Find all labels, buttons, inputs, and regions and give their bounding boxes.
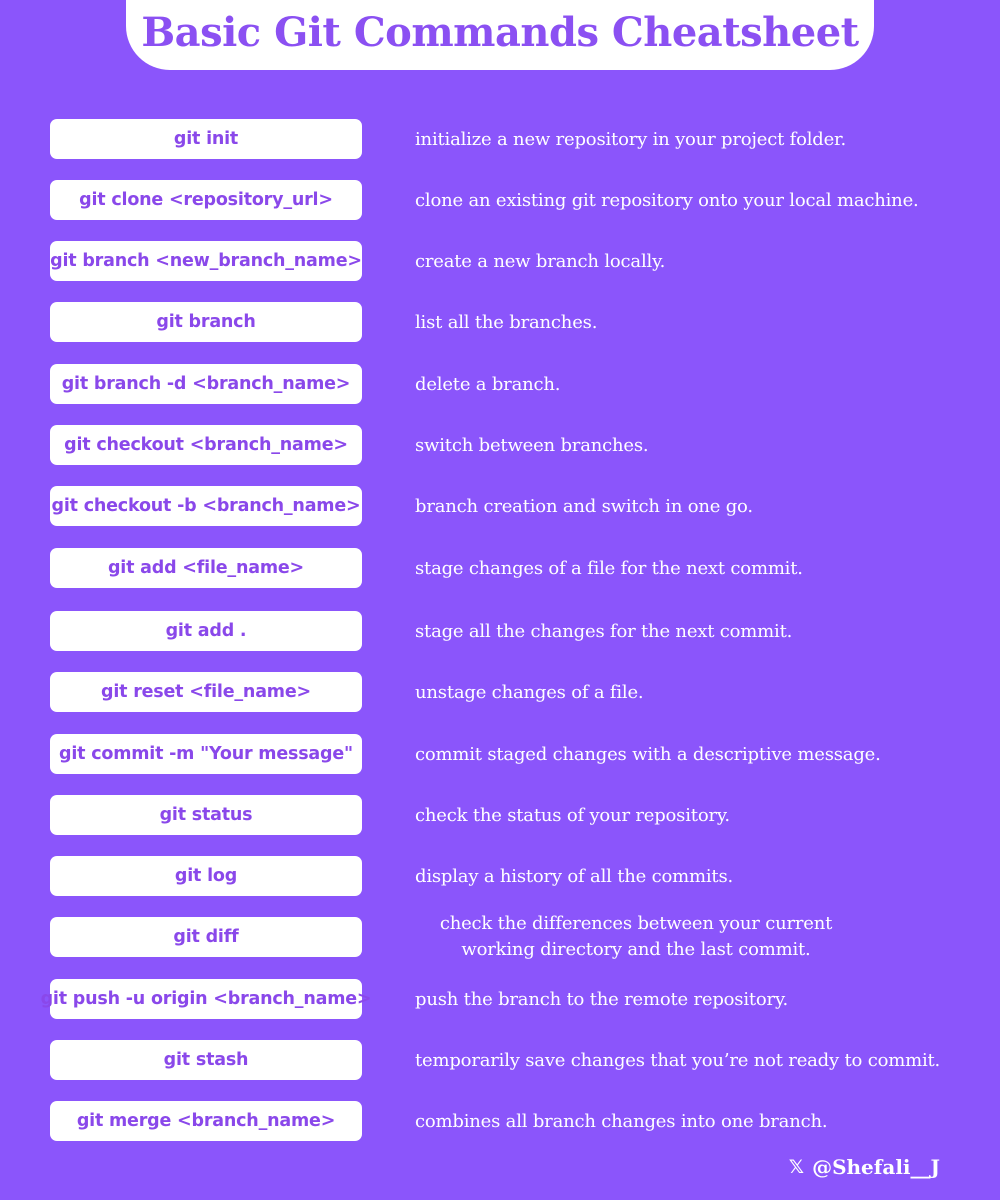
command-description: delete a branch. [415,373,561,395]
command-row: git branch <new_branch_name> create a ne… [0,239,1000,283]
command-label: git branch <new_branch_name> [50,241,362,281]
author-credit: 𝕏 @Shefali__J [789,1152,940,1182]
command-description: clone an existing git repository onto yo… [415,189,919,211]
command-label: git status [50,795,362,835]
command-label: git push -u origin <branch_name> [41,979,372,1019]
command-row: git add . stage all the changes for the … [0,609,1000,653]
command-row: git log display a history of all the com… [0,854,1000,898]
command-description: unstage changes of a file. [415,681,644,703]
command-description: list all the branches. [415,311,598,333]
command-label: git diff [50,917,362,957]
command-description: push the branch to the remote repository… [415,988,789,1010]
command-description: switch between branches. [415,434,649,456]
command-label: git stash [50,1040,362,1080]
page-title: Basic Git Commands Cheatsheet [141,9,859,56]
command-description: temporarily save changes that you’re not… [415,1049,941,1071]
command-label: git branch -d <branch_name> [50,364,362,404]
command-description: combines all branch changes into one bra… [415,1110,828,1132]
command-row: git clone <repository_url> clone an exis… [0,178,1000,222]
command-row: git checkout <branch_name> switch betwee… [0,423,1000,467]
author-handle: @Shefali__J [812,1155,940,1179]
command-label: git checkout <branch_name> [50,425,362,465]
command-label: git commit -m "Your message" [50,734,362,774]
command-label: git add . [50,611,362,651]
command-label: git add <file_name> [50,548,362,588]
command-row: git branch -d <branch_name> delete a bra… [0,362,1000,406]
command-row: git push -u origin <branch_name> push th… [0,977,1000,1021]
command-label: git reset <file_name> [50,672,362,712]
command-description: branch creation and switch in one go. [415,495,753,517]
x-logo-icon: 𝕏 [788,1156,805,1178]
command-row: git status check the status of your repo… [0,793,1000,837]
command-description: display a history of all the commits. [415,865,734,887]
command-label: git log [50,856,362,896]
command-label: git clone <repository_url> [50,180,362,220]
command-row: git diff check the differences between y… [0,913,1000,960]
command-row: git init initialize a new repository in … [0,117,1000,161]
command-row: git merge <branch_name> combines all bra… [0,1099,1000,1143]
command-row: git branch list all the branches. [0,300,1000,344]
command-row: git reset <file_name> unstage changes of… [0,670,1000,714]
command-description: initialize a new repository in your proj… [415,128,847,150]
command-description: commit staged changes with a descriptive… [415,743,881,765]
command-label: git merge <branch_name> [50,1101,362,1141]
command-label: git branch [50,302,362,342]
command-description: stage changes of a file for the next com… [415,557,803,579]
command-row: git checkout -b <branch_name> branch cre… [0,484,1000,528]
command-description: stage all the changes for the next commi… [415,620,793,642]
command-label: git checkout -b <branch_name> [50,486,362,526]
command-description: create a new branch locally. [415,250,666,272]
command-description: check the status of your repository. [415,804,730,826]
command-description: check the differences between your curre… [439,913,833,960]
command-row: git add <file_name> stage changes of a f… [0,546,1000,590]
command-row: git stash temporarily save changes that … [0,1038,1000,1082]
command-label: git init [50,119,362,159]
command-row: git commit -m "Your message" commit stag… [0,732,1000,776]
